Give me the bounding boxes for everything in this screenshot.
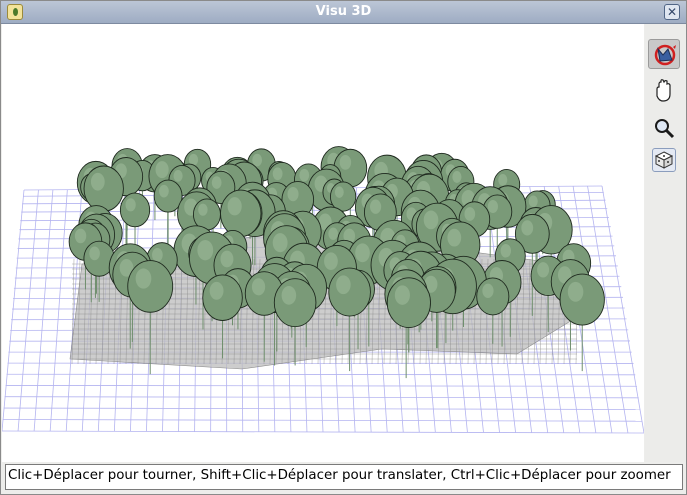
tree-crown-highlight [328, 227, 338, 240]
tree-crown [202, 274, 243, 321]
rotate-tool-button[interactable] [648, 39, 680, 69]
tree-crown-highlight [152, 247, 163, 262]
tree-crown-highlight [336, 275, 351, 295]
tree-crown-highlight [528, 195, 538, 208]
tree-crown-highlight [498, 174, 508, 186]
grid-line [33, 189, 54, 432]
grid-line [2, 189, 25, 432]
tree-crown-highlight [209, 281, 224, 300]
tree-crown-highlight [198, 203, 208, 216]
tree-crown [329, 181, 357, 212]
grid-line [17, 189, 39, 432]
tree-crown-highlight [334, 186, 344, 198]
zoom-icon [655, 119, 675, 139]
dice-tool-button[interactable] [652, 148, 676, 172]
tree-crown-highlight [394, 285, 410, 305]
dice-icon [654, 151, 674, 169]
tree-crown-highlight [197, 239, 214, 261]
tree-crown-highlight [369, 199, 382, 214]
tree-crown [192, 198, 221, 231]
tree-crown-highlight [482, 283, 494, 299]
tree-crown-highlight [452, 171, 462, 183]
status-bar: Clic+Déplacer pour tourner, Shift+Clic+D… [5, 464, 683, 490]
tree-crown-highlight [90, 172, 105, 191]
tree-crown-highlight [299, 168, 310, 182]
grid-line [601, 185, 644, 434]
zoom-tool-button[interactable] [648, 113, 680, 143]
tree-crown [220, 189, 262, 238]
tree-crown-highlight [423, 210, 439, 230]
tree-crown-highlight [155, 161, 169, 179]
tree-crown [559, 273, 605, 326]
tree-crown-highlight [567, 281, 584, 302]
close-icon: ✕ [666, 5, 678, 19]
tree-crown-highlight [355, 243, 370, 263]
tree-crown-highlight [272, 233, 288, 253]
3d-scene[interactable] [2, 24, 644, 462]
title-bar[interactable]: Visu 3D ✕ [1, 1, 686, 24]
tree-crown-highlight [339, 154, 352, 170]
tree-crown-highlight [211, 176, 222, 189]
status-text: Clic+Déplacer pour tourner, Shift+Clic+D… [8, 468, 671, 483]
tree-crown-highlight [537, 262, 550, 278]
tree-crown-highlight [287, 186, 299, 202]
tree-crown [476, 277, 510, 316]
tree-crown-highlight [135, 268, 152, 289]
tree-crown-highlight [125, 198, 136, 212]
tree-crown-highlight [252, 153, 263, 167]
tree-crown-highlight [521, 220, 534, 236]
tree-crown-highlight [227, 197, 242, 216]
tree-crown [386, 277, 431, 329]
tree-crown-highlight [173, 169, 183, 182]
tree-crown-highlight [281, 286, 297, 305]
rotate-icon [654, 44, 676, 66]
tree-crown [127, 260, 174, 313]
tree-crown-highlight [159, 184, 169, 198]
3d-viewport[interactable] [2, 24, 644, 462]
tree-crown [83, 165, 124, 212]
tree-crown-highlight [272, 167, 283, 181]
view-toolbar [645, 24, 686, 462]
tree-crown-highlight [89, 246, 100, 261]
tree-crown-highlight [487, 199, 498, 214]
tree-crown-highlight [324, 252, 338, 271]
close-button[interactable]: ✕ [664, 4, 680, 20]
tree-crown-highlight [251, 278, 266, 296]
pan-tool-button[interactable] [648, 76, 680, 106]
grid-line [49, 189, 68, 432]
visu3d-window: Visu 3D ✕ Clic+Déplacer pour tourner, Sh… [0, 0, 687, 495]
tree-crown-highlight [220, 250, 234, 268]
tree-crown [119, 192, 151, 228]
tree-crown [273, 278, 317, 328]
tree-crown-highlight [447, 228, 462, 247]
tree-crown [328, 267, 371, 317]
tree-crown-highlight [74, 228, 87, 244]
tree-crown-highlight [500, 244, 512, 258]
pan-hand-icon [656, 79, 671, 102]
window-title: Visu 3D [315, 4, 372, 19]
tree-crown-highlight [464, 207, 476, 221]
